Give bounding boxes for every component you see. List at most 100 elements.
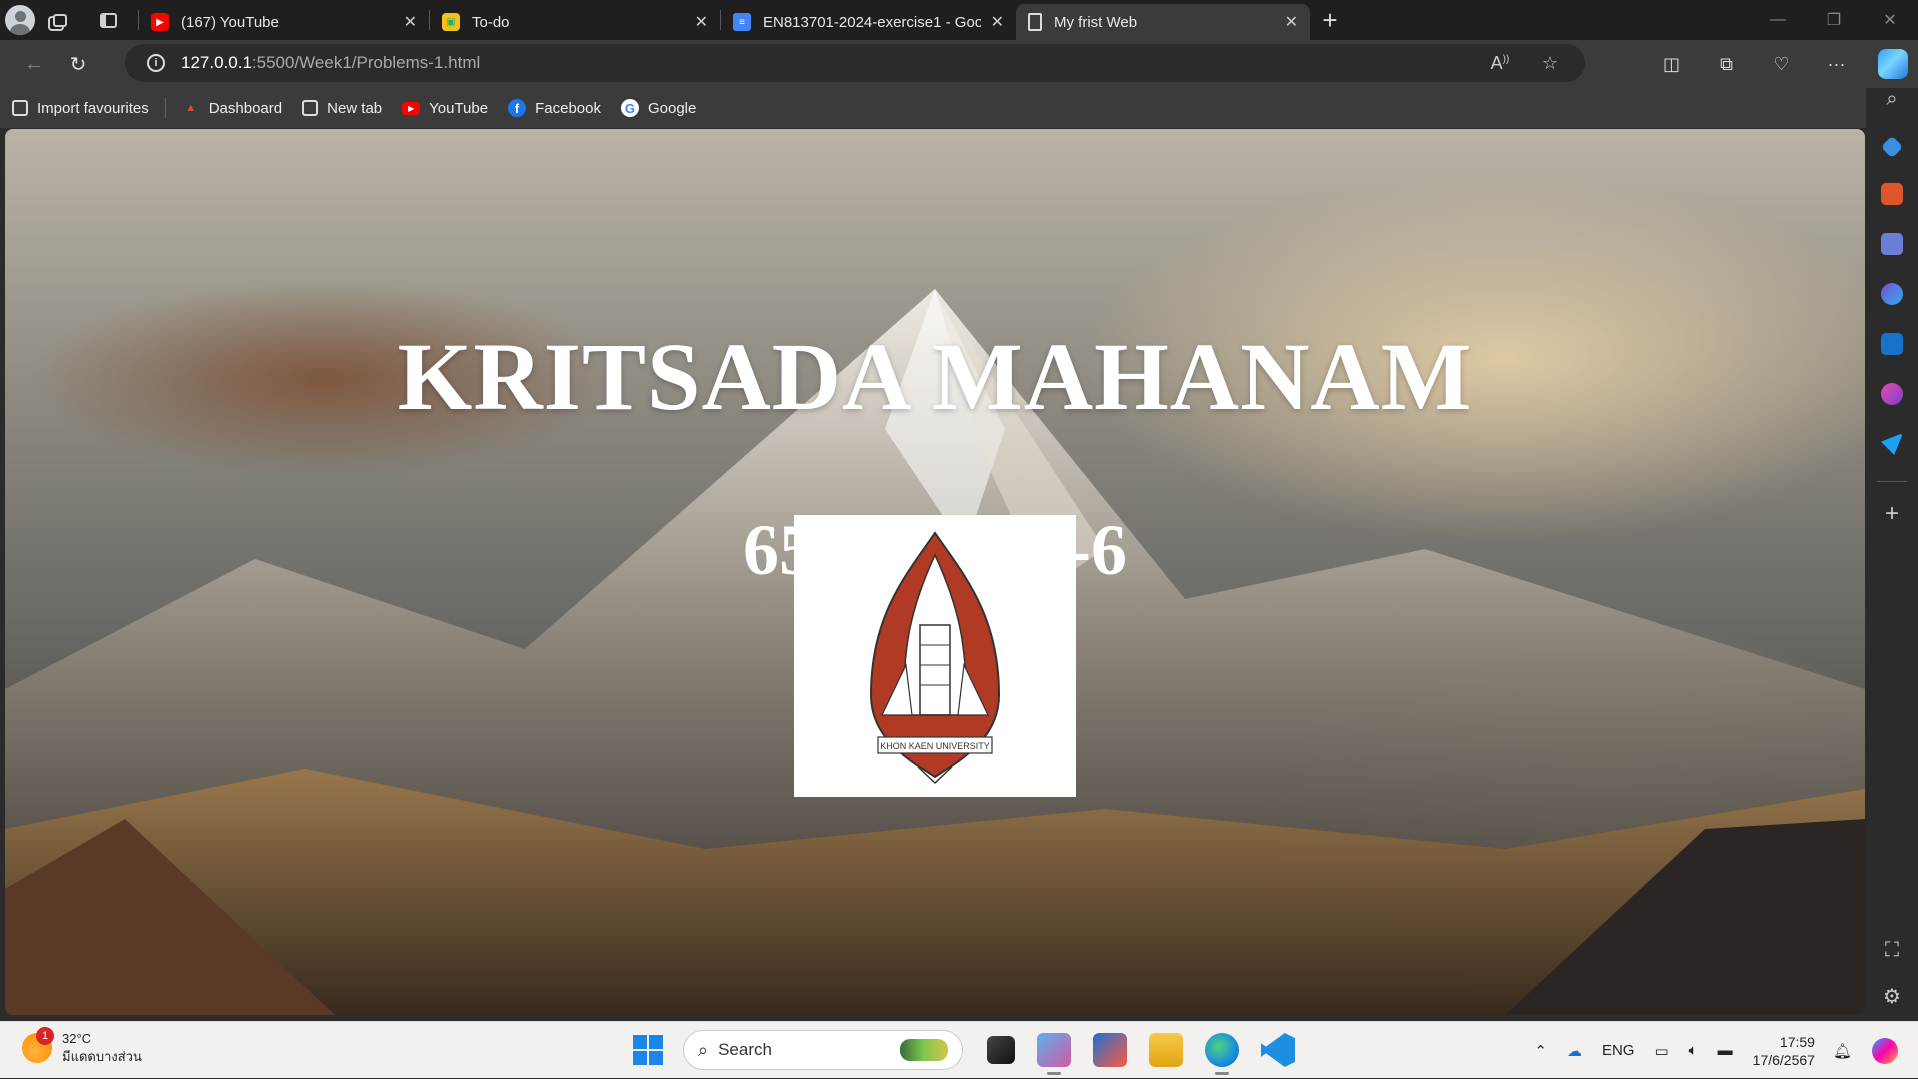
bookmark-label: New tab bbox=[327, 99, 383, 117]
battery-icon[interactable]: ▬ bbox=[1718, 1042, 1733, 1059]
bookmark-divider bbox=[164, 98, 166, 118]
games-icon[interactable] bbox=[1881, 233, 1903, 255]
site-info-icon[interactable]: i bbox=[147, 54, 165, 72]
close-tab-icon[interactable]: ✕ bbox=[404, 12, 417, 32]
file-explorer-icon[interactable] bbox=[1149, 1033, 1183, 1067]
new-tab-button[interactable]: + bbox=[1310, 2, 1350, 38]
task-view-icon[interactable] bbox=[987, 1036, 1015, 1064]
bookmark-label: YouTube bbox=[429, 99, 489, 117]
copilot-icon[interactable] bbox=[1878, 49, 1908, 79]
avatar-icon bbox=[5, 5, 35, 35]
browser-toolbar: ← ↻ i 127.0.0.1:5500/Week1/Problems-1.ht… bbox=[0, 40, 1918, 88]
send-icon[interactable] bbox=[1881, 433, 1903, 455]
refresh-button[interactable]: ↻ bbox=[56, 44, 100, 84]
chevron-up-icon[interactable]: ⌃ bbox=[1534, 1042, 1547, 1060]
google-icon: G bbox=[620, 99, 639, 117]
facebook-icon: f bbox=[508, 99, 527, 117]
weather-widget[interactable]: 1 32°C มีแดดบางส่วน bbox=[22, 1027, 142, 1066]
weather-temperature: 32°C bbox=[62, 1031, 92, 1046]
split-screen-icon[interactable]: ◫ bbox=[1644, 54, 1699, 75]
bookmark-facebook[interactable]: f Facebook bbox=[508, 99, 601, 117]
bookmark-dashboard[interactable]: ▲ Dashboard bbox=[182, 99, 282, 117]
tab-title: EN813701-2024-exercise1 - Goo bbox=[763, 13, 981, 31]
more-menu-icon[interactable]: ··· bbox=[1809, 54, 1864, 75]
system-tray: ⌃ ☁ ENG ▭ 🔈︎ ▬ 17:59 17/6/2567 🔔︎ bbox=[1534, 1022, 1918, 1079]
address-bar[interactable]: i 127.0.0.1:5500/Week1/Problems-1.html A… bbox=[125, 44, 1585, 82]
close-window-icon[interactable]: ✕ bbox=[1862, 0, 1918, 40]
designer-icon[interactable] bbox=[1881, 383, 1903, 405]
notification-badge: 1 bbox=[36, 1027, 54, 1045]
language-indicator[interactable]: ENG bbox=[1602, 1042, 1635, 1059]
close-tab-icon[interactable]: ✕ bbox=[1285, 12, 1298, 32]
back-arrow-icon: ← bbox=[24, 52, 44, 75]
youtube-icon: ▶ bbox=[402, 101, 421, 115]
tab-my-first-web[interactable]: My frist Web ✕ bbox=[1016, 4, 1310, 40]
tab-strip: ▶ (167) YouTube ✕ ▣ To-do ✕ ≡ EN813701-2… bbox=[0, 0, 1918, 40]
favorite-star-icon[interactable]: ☆ bbox=[1525, 53, 1575, 74]
tools-icon[interactable] bbox=[1881, 183, 1903, 205]
url-text[interactable]: 127.0.0.1:5500/Week1/Problems-1.html bbox=[181, 53, 480, 73]
bookmark-label: Import favourites bbox=[37, 99, 149, 117]
close-tab-icon[interactable]: ✕ bbox=[695, 12, 708, 32]
edge-browser-icon[interactable] bbox=[1205, 1033, 1239, 1075]
settings-gear-icon[interactable]: ⚙ bbox=[1883, 984, 1901, 1009]
bookmark-google[interactable]: G Google bbox=[620, 99, 696, 117]
volume-icon[interactable]: 🔈︎ bbox=[1689, 1042, 1698, 1059]
university-logo: KHON KAEN UNIVERSITY bbox=[794, 515, 1076, 797]
kku-emblem-icon: KHON KAEN UNIVERSITY bbox=[869, 531, 1001, 785]
bookmark-new-tab[interactable]: New tab bbox=[302, 100, 382, 117]
search-highlight-icon bbox=[900, 1039, 948, 1061]
profile-avatar[interactable] bbox=[0, 0, 40, 40]
taskbar-search[interactable]: ⌕ Search bbox=[683, 1030, 963, 1070]
page-heading: KRITSADA MAHANAM bbox=[397, 323, 1473, 430]
page-icon bbox=[1028, 13, 1042, 31]
url-host: 127.0.0.1 bbox=[181, 53, 252, 72]
logo-caption: KHON KAEN UNIVERSITY bbox=[880, 741, 990, 751]
tab-todo[interactable]: ▣ To-do ✕ bbox=[430, 4, 720, 40]
tab-google-docs[interactable]: ≡ EN813701-2024-exercise1 - Goo ✕ bbox=[721, 4, 1016, 40]
microsoft-365-icon[interactable] bbox=[1881, 283, 1903, 305]
vertical-tabs-button[interactable] bbox=[88, 0, 128, 40]
url-path: :5500/Week1/Problems-1.html bbox=[251, 53, 481, 72]
outlook-icon[interactable] bbox=[1881, 333, 1903, 355]
snipping-tool-icon[interactable] bbox=[1037, 1033, 1071, 1075]
workspaces-icon bbox=[53, 13, 67, 27]
tab-youtube[interactable]: ▶ (167) YouTube ✕ bbox=[139, 4, 429, 40]
onedrive-icon[interactable]: ☁ bbox=[1567, 1042, 1582, 1060]
bookmark-youtube[interactable]: ▶ YouTube bbox=[402, 100, 488, 117]
workspaces-button[interactable] bbox=[40, 0, 80, 40]
add-sidebar-app-icon[interactable]: + bbox=[1885, 500, 1899, 528]
dashboard-icon: ▲ bbox=[185, 102, 197, 114]
collections-icon[interactable]: ⧉ bbox=[1699, 54, 1754, 75]
shopping-tag-icon[interactable] bbox=[1880, 135, 1904, 159]
window-controls: — ❐ ✕ bbox=[1750, 0, 1918, 40]
tab-title: My frist Web bbox=[1054, 13, 1138, 31]
microsoft-store-icon[interactable] bbox=[1093, 1033, 1127, 1067]
restore-icon[interactable]: ❐ bbox=[1806, 0, 1862, 40]
bookmark-import-favourites[interactable]: Import favourites bbox=[12, 100, 149, 117]
edge-sidebar: ⌕ + ⛶ ⚙ bbox=[1866, 88, 1918, 1021]
back-button[interactable]: ← bbox=[12, 44, 56, 84]
bookmark-label: Dashboard bbox=[208, 99, 283, 117]
newtab-icon bbox=[302, 100, 319, 116]
favorites-bar: Import favourites ▲ Dashboard New tab ▶ … bbox=[0, 88, 1878, 128]
minimize-icon[interactable]: — bbox=[1750, 0, 1806, 40]
google-docs-icon: ≡ bbox=[733, 13, 751, 31]
windows-taskbar: 1 32°C มีแดดบางส่วน ⌕ Search ⌃ ☁ ENG ▭ 🔈… bbox=[0, 1021, 1918, 1078]
browser-essentials-icon[interactable]: ♡ bbox=[1754, 54, 1809, 75]
copilot-preview-icon[interactable] bbox=[1872, 1037, 1898, 1064]
notification-bell-icon[interactable]: 🔔︎ bbox=[1833, 1042, 1852, 1060]
read-aloud-icon[interactable]: A)) bbox=[1475, 53, 1525, 74]
network-icon[interactable]: ▭ bbox=[1654, 1042, 1668, 1060]
import-icon bbox=[12, 100, 28, 116]
search-icon[interactable]: ⌕ bbox=[1886, 88, 1897, 111]
weather-condition: มีแดดบางส่วน bbox=[62, 1049, 142, 1064]
close-tab-icon[interactable]: ✕ bbox=[991, 12, 1004, 32]
page-viewport: KRITSADA MAHANAM 653040438-6 KHON KAEN U… bbox=[5, 129, 1865, 1015]
youtube-icon: ▶ bbox=[151, 13, 169, 31]
windows-start-icon[interactable] bbox=[633, 1035, 663, 1065]
vscode-icon[interactable] bbox=[1261, 1033, 1295, 1067]
screenshot-icon[interactable]: ⛶ bbox=[1885, 939, 1899, 962]
sidebar-divider bbox=[1877, 481, 1907, 482]
clock[interactable]: 17:59 17/6/2567 bbox=[1753, 1033, 1815, 1069]
